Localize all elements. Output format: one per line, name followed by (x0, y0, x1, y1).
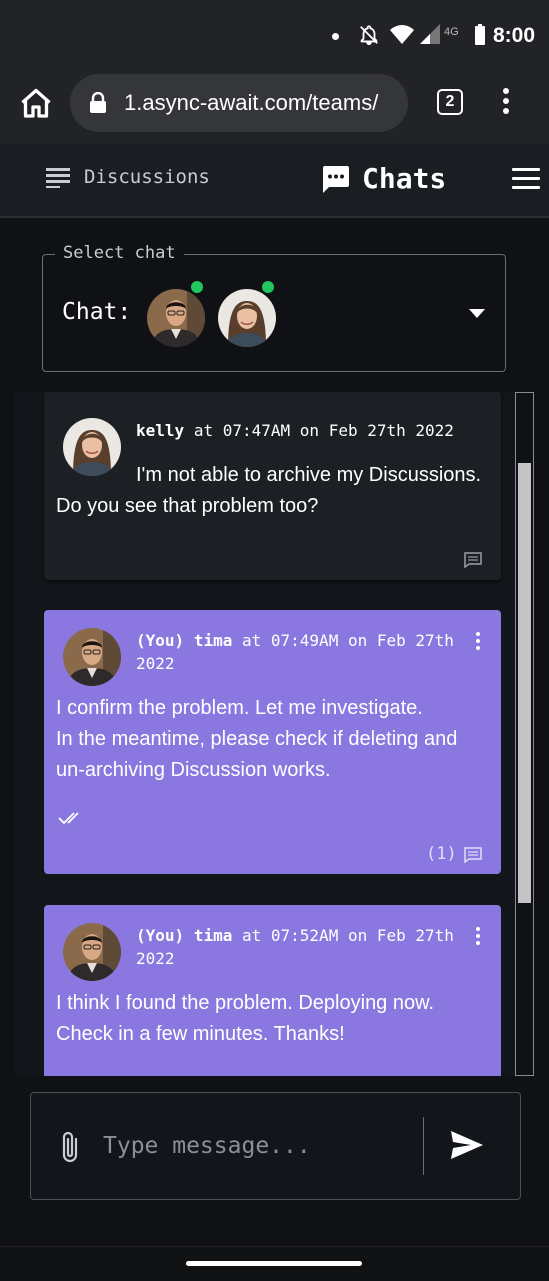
url-text: 1.async-await.com/teams/ (124, 90, 379, 115)
message-on: on (347, 631, 368, 650)
message-date-year: 2022 (136, 949, 175, 968)
message-on: on (347, 926, 368, 945)
read-receipt-icon (58, 812, 79, 825)
chat-select[interactable]: Select chat Chat: (42, 243, 506, 372)
message-date: Feb 27th (376, 631, 454, 650)
nav-chats[interactable]: Chats (320, 162, 446, 195)
avatar-tima (147, 281, 205, 347)
message-menu-icon[interactable] (476, 927, 480, 948)
comment-icon[interactable] (464, 552, 482, 568)
battery-icon (475, 24, 485, 45)
message-menu-icon[interactable] (476, 632, 480, 653)
message-time: 07:52AM (270, 926, 339, 945)
message-time: 07:49AM (270, 631, 339, 650)
notifications-off-icon (360, 25, 378, 46)
chevron-down-icon[interactable] (469, 309, 485, 318)
message-line: I confirm the problem. Let me investigat… (56, 697, 423, 719)
chat-select-label: Chat: (62, 299, 132, 325)
scrollbar-thumb[interactable] (518, 463, 531, 903)
nav-discussions[interactable]: Discussions (46, 166, 210, 188)
message-line: I'm not able to archive my Discussions. (136, 464, 482, 486)
message-line: Check in a few minutes. Thanks! (56, 1023, 345, 1045)
message-list[interactable]: kelly at 07:47AM on Feb 27th 2022 I'm no… (15, 392, 515, 1076)
message-card: (You) tima at 07:49AM on Feb 27th 2022 I… (44, 610, 501, 874)
attach-icon[interactable] (57, 1129, 83, 1165)
message-author: tima (193, 631, 233, 650)
message-date-year: 2022 (136, 654, 175, 673)
signal-icon (420, 24, 440, 44)
app-header: Discussions Chats (0, 144, 549, 218)
avatar-tima (63, 923, 121, 981)
message-at: at (193, 421, 214, 440)
message-list-scrollbar[interactable] (515, 392, 534, 1076)
status-bar: 4G 8:00 (0, 0, 549, 72)
address-bar[interactable]: 1.async-await.com/teams/ (70, 74, 408, 132)
online-indicator (262, 281, 274, 293)
message-line: I think I found the problem. Deploying n… (56, 992, 435, 1014)
browser-toolbar: 1.async-await.com/teams/ 2 (0, 72, 549, 144)
message-card: (You) tima at 07:52AM on Feb 27th 2022 I… (44, 905, 501, 1076)
chat-bubble-icon (323, 165, 349, 193)
message-line: un-archiving Discussion works. (56, 759, 331, 781)
avatar-kelly (218, 281, 276, 347)
message-you-prefix: (You) (136, 631, 185, 650)
message-input[interactable] (101, 1123, 405, 1169)
message-author: tima (193, 926, 233, 945)
message-line: Do you see that problem too? (56, 495, 319, 517)
avatar-tima (63, 628, 121, 686)
message-author: kelly (136, 421, 185, 440)
notification-dot-icon (332, 33, 339, 40)
send-icon[interactable] (449, 1129, 485, 1161)
browser-menu-icon[interactable] (503, 88, 511, 118)
message-body: I confirm the problem. Let me investigat… (56, 693, 496, 786)
comment-icon[interactable] (464, 847, 482, 863)
message-card: kelly at 07:47AM on Feb 27th 2022 I'm no… (44, 392, 501, 580)
clock: 8:00 (492, 24, 535, 47)
tab-switcher-button[interactable]: 2 (437, 89, 463, 115)
home-gesture-handle[interactable] (186, 1261, 362, 1266)
online-indicator (191, 281, 203, 293)
discussions-icon (46, 168, 70, 188)
reply-count[interactable]: (1) (426, 844, 457, 864)
lock-icon (90, 92, 106, 113)
hamburger-menu-icon[interactable] (512, 168, 540, 195)
nav-discussions-label: Discussions (84, 166, 210, 188)
message-time: 07:47AM (222, 421, 291, 440)
message-composer (30, 1092, 521, 1200)
message-at: at (241, 631, 262, 650)
message-date: Feb 27th (376, 926, 454, 945)
home-icon[interactable] (18, 86, 54, 122)
wifi-icon (390, 25, 414, 44)
nav-chats-label: Chats (362, 162, 447, 195)
message-meta: (You) tima at 07:52AM on Feb 27th 2022 (136, 924, 466, 970)
composer-divider (423, 1117, 424, 1175)
message-meta: kelly at 07:47AM on Feb 27th 2022 (136, 419, 466, 442)
message-you-prefix: (You) (136, 926, 185, 945)
system-nav-bar (0, 1246, 549, 1281)
message-on: on (299, 421, 320, 440)
message-date: Feb 27th 2022 (328, 421, 454, 440)
network-type: 4G (444, 26, 459, 38)
chat-select-legend: Select chat (55, 243, 184, 263)
message-body: I'm not able to archive my Discussions. … (56, 460, 496, 522)
message-body: I think I found the problem. Deploying n… (56, 988, 496, 1050)
message-at: at (241, 926, 262, 945)
message-meta: (You) tima at 07:49AM on Feb 27th 2022 (136, 629, 466, 675)
message-line: In the meantime, please check if deletin… (56, 728, 458, 750)
